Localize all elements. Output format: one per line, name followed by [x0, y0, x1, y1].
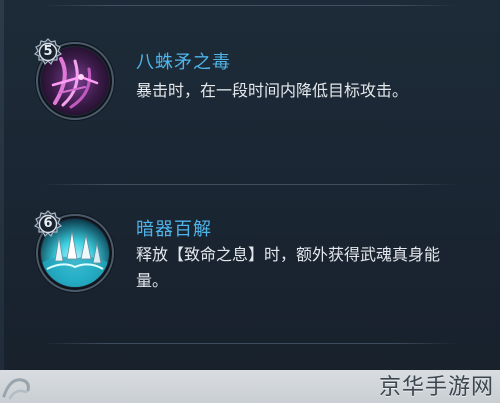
skill-description: 暴击时，在一段时间内降低目标攻击。 — [136, 81, 409, 100]
divider — [42, 343, 458, 344]
skill-title: 暗器百解 — [136, 219, 212, 240]
divider — [42, 184, 458, 185]
skill-icon-frame: 6 — [33, 210, 114, 292]
watermark-text: 京华手游网 — [378, 375, 494, 400]
skill-level-number: 6 — [43, 216, 53, 231]
divider — [42, 5, 458, 6]
skill-level-number: 5 — [43, 44, 53, 59]
skill-panel: 5 八蛛矛之毒 暴击时，在一段时间内降低目标攻击。 6 暗器百解 释放【致命之息… — [0, 0, 500, 370]
skill-description: 释放【致命之息】时，额外获得武魂真身能量。 — [136, 245, 441, 290]
skill-icon-frame: 5 — [33, 38, 114, 120]
level-badge: 5 — [33, 38, 63, 66]
level-badge: 6 — [33, 210, 63, 238]
watermark-logo-icon — [2, 378, 30, 400]
skill-title: 八蛛矛之毒 — [136, 52, 231, 73]
